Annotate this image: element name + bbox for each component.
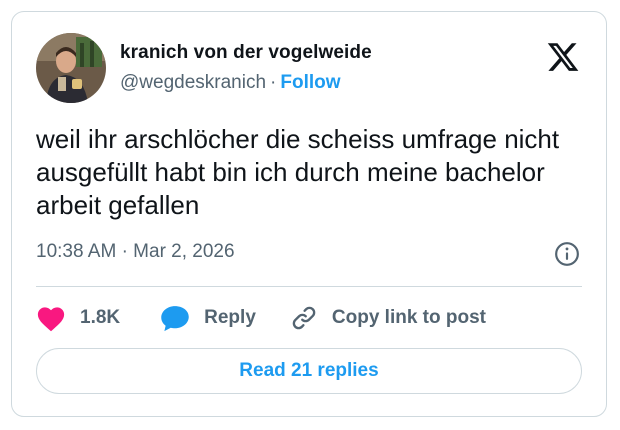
copy-link-button[interactable]: Copy link to post xyxy=(290,304,486,332)
copy-link-label: Copy link to post xyxy=(331,307,486,328)
like-count: 1.8K xyxy=(80,307,121,328)
tweet-date: Mar 2, 2026 xyxy=(133,241,235,262)
follow-link[interactable]: Follow xyxy=(280,72,340,93)
reply-button[interactable]: Reply xyxy=(160,304,256,332)
tweet-embed-card: kranich von der vogelweide @wegdeskranic… xyxy=(11,11,607,417)
speech-bubble-icon xyxy=(161,306,189,332)
link-icon xyxy=(292,306,316,330)
reply-label: Reply xyxy=(204,307,256,328)
x-logo-icon[interactable] xyxy=(546,40,580,74)
heart-icon xyxy=(37,307,65,332)
avatar[interactable] xyxy=(36,33,106,103)
meta-separator: · xyxy=(121,241,128,262)
info-icon[interactable] xyxy=(554,241,580,267)
author-subline: @wegdeskranich · Follow xyxy=(120,72,341,94)
separator-dot: · xyxy=(270,72,277,93)
tweet-text: weil ihr arschlöcher die scheiss umfrage… xyxy=(36,124,560,220)
author-handle[interactable]: @wegdeskranich xyxy=(120,72,266,93)
like-button[interactable]: 1.8K xyxy=(36,304,120,332)
author-display-name[interactable]: kranich von der vogelweide xyxy=(120,42,372,64)
divider xyxy=(36,286,582,287)
tweet-time: 10:38 AM xyxy=(36,241,117,262)
avatar-photo xyxy=(36,33,106,103)
read-replies-button[interactable]: Read 21 replies xyxy=(36,348,582,394)
action-bar: 1.8K Reply Copy link to post xyxy=(36,300,486,336)
tweet-timestamp[interactable]: 10:38 AM · Mar 2, 2026 xyxy=(36,241,235,263)
